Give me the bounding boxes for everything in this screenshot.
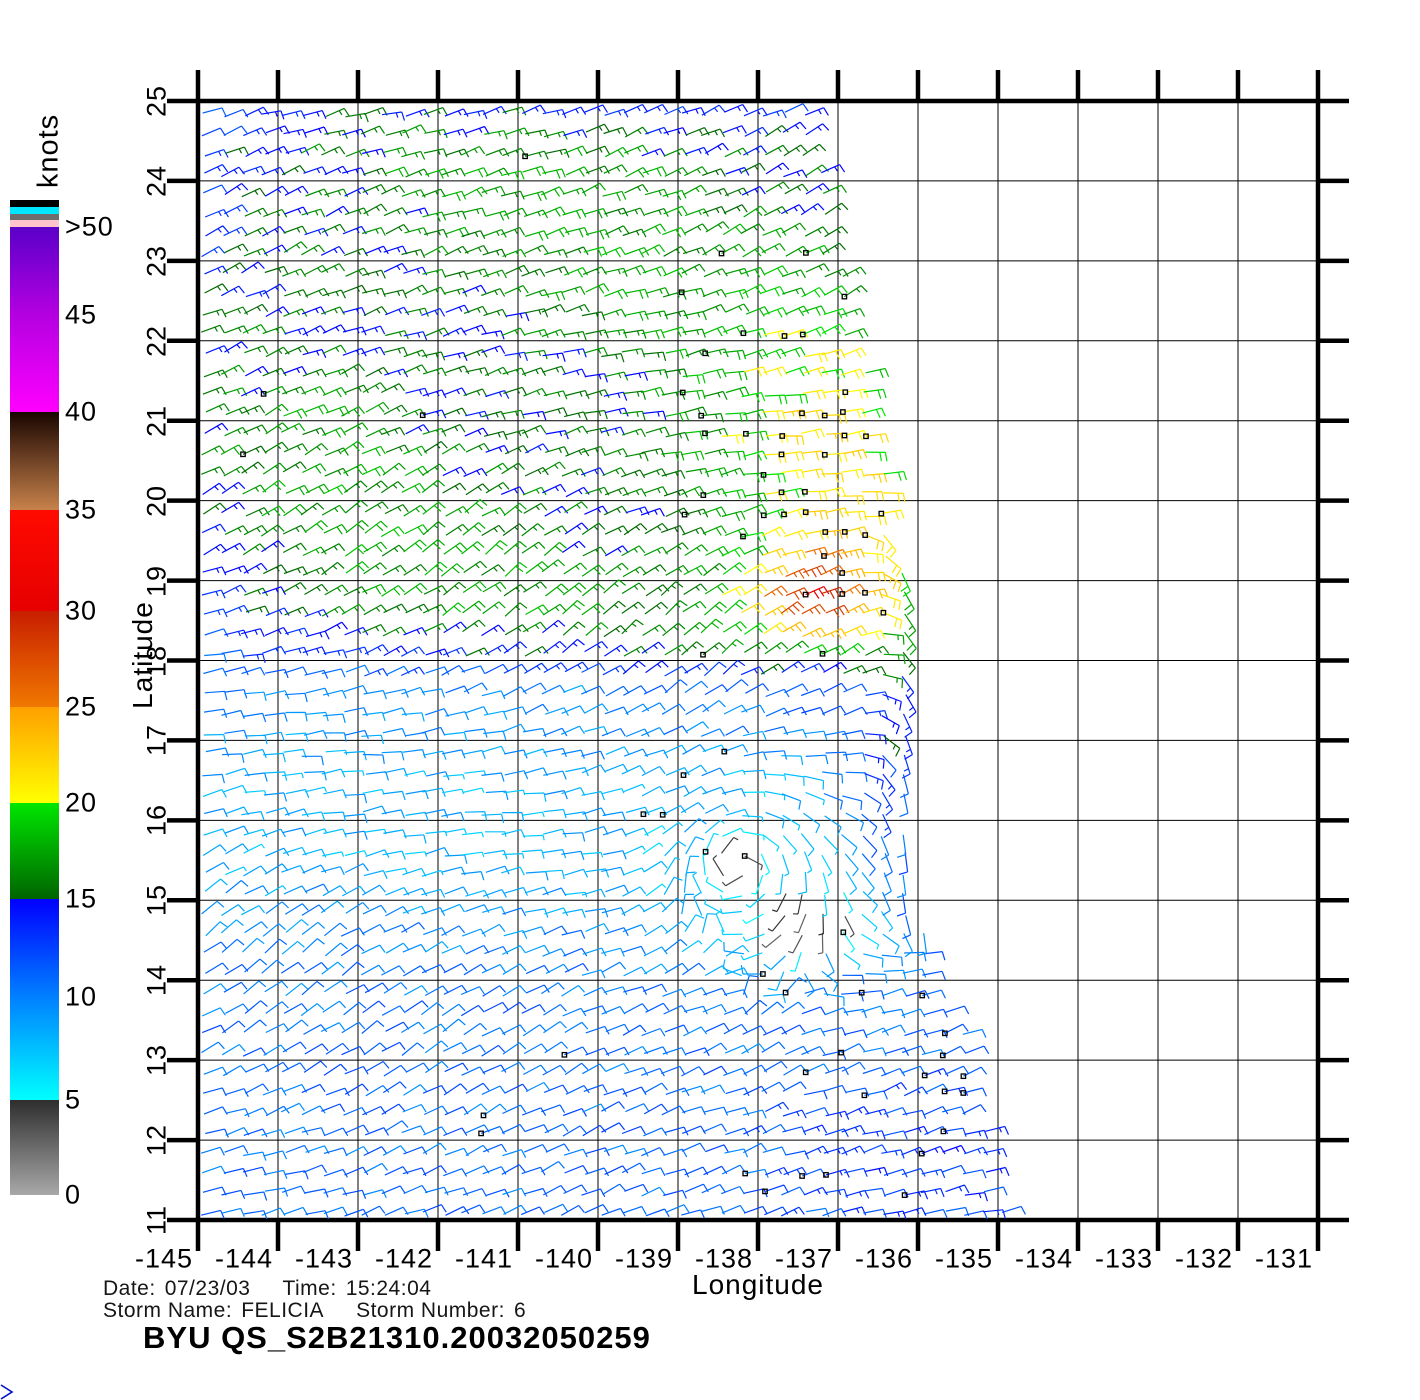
colorbar-band-0-5: [10, 1100, 59, 1195]
date-time-line: Date: 07/23/03 Time: 15:24:04: [103, 1277, 431, 1301]
colorbar-tick-label: 35: [65, 494, 98, 525]
y-tick-label: 21: [141, 404, 172, 437]
y-tick-label: 13: [141, 1044, 172, 1077]
y-tick-label: 16: [141, 804, 172, 837]
colorbar-tick-label: 0: [65, 1179, 82, 1210]
colorbar-title: knots: [32, 113, 65, 189]
y-tick-label: 24: [141, 164, 172, 197]
x-tick-label: -142: [374, 1243, 434, 1274]
x-tick-label: -140: [534, 1243, 594, 1274]
colorbar-tick-label: 45: [65, 299, 98, 330]
colorbar-band-10-15: [10, 899, 59, 997]
wind-barb-chart-page: knots >50 45 40 35 30 25 20 15 10 5 0 -145 -144 -143…: [0, 0, 1420, 1400]
y-tick-label: 19: [141, 564, 172, 597]
y-tick-label: 14: [141, 964, 172, 997]
storm-number-value: 6: [513, 1299, 527, 1322]
x-tick-label: -131: [1254, 1243, 1314, 1274]
colorbar-band-20-25: [10, 707, 59, 803]
colorbar-band-25-30: [10, 611, 59, 707]
x-tick-label: -145: [134, 1243, 194, 1274]
storm-name-label: Storm Name:: [103, 1299, 233, 1322]
y-tick-label: 20: [141, 484, 172, 517]
x-axis-title: Longitude: [691, 1269, 825, 1300]
storm-name-value: FELICIA: [241, 1299, 325, 1322]
date-label: Date:: [103, 1277, 156, 1300]
y-axis-title: Latitude: [127, 601, 158, 709]
colorbar-band-35-40: [10, 412, 59, 510]
colorbar-tick-label: >50: [65, 211, 114, 242]
colorbar-tick-label: 20: [65, 787, 98, 818]
colorbar-band-5-10: [10, 997, 59, 1100]
date-value: 07/23/03: [164, 1277, 251, 1300]
x-tick-label: -136: [854, 1243, 914, 1274]
y-tick-label: 15: [141, 884, 172, 917]
x-tick-label: -143: [294, 1243, 354, 1274]
colorbar-band-40-45: [10, 315, 59, 412]
colorbar-band-45-50: [10, 227, 59, 315]
colorbar-tick-label: 30: [65, 595, 98, 626]
colorbar-band-30-35: [10, 510, 59, 611]
wind-barb-plot: [0, 70, 1349, 1400]
storm-number-label: Storm Number:: [356, 1299, 505, 1322]
colorbar-tick-label: 10: [65, 981, 98, 1012]
x-tick-label: -141: [454, 1243, 514, 1274]
y-tick-label: 22: [141, 324, 172, 357]
y-tick-label: 17: [141, 724, 172, 757]
y-tick-label: 25: [141, 84, 172, 118]
colorbar-tick-label: 40: [65, 396, 98, 427]
colorbar-tick-label: 15: [65, 883, 98, 914]
colorbar-black-cap: [10, 200, 59, 207]
colorbar-tick-label: 25: [65, 691, 98, 722]
y-tick-label: 12: [141, 1124, 172, 1157]
colorbar-pink-cap: [10, 220, 59, 227]
colorbar-tick-label: 5: [65, 1084, 82, 1115]
x-tick-label: -135: [934, 1243, 994, 1274]
x-tick-label: -144: [214, 1243, 274, 1274]
y-tick-label: 11: [141, 1204, 172, 1236]
time-value: 15:24:04: [345, 1277, 432, 1300]
x-tick-label: -134: [1014, 1243, 1074, 1274]
y-tick-label: 23: [141, 244, 172, 277]
x-tick-label: -132: [1174, 1243, 1234, 1274]
corner-chevron-glyph: [0, 1384, 14, 1400]
time-label: Time:: [282, 1277, 337, 1300]
x-tick-label: -133: [1094, 1243, 1154, 1274]
product-id-title: BYU QS_S2B21310.20032050259: [143, 1320, 651, 1355]
colorbar-band-15-20: [10, 803, 59, 899]
x-tick-label: -139: [614, 1243, 674, 1274]
wind-barbs-layer: [200, 103, 1026, 1219]
colorbar-cyan-cap: [10, 207, 59, 214]
